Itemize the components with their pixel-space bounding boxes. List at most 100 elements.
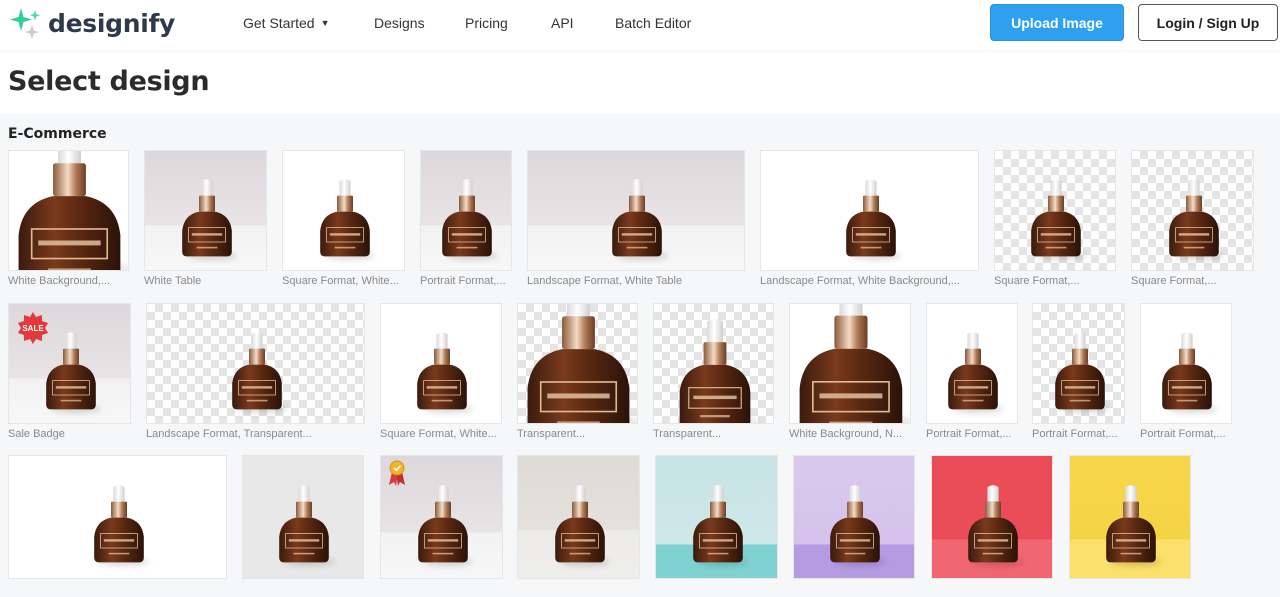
design-thumbnail[interactable] <box>1032 303 1125 424</box>
serum-bottle-image <box>43 331 99 411</box>
page-title: Select design <box>8 66 210 97</box>
nav-api[interactable]: API <box>551 15 574 31</box>
design-card[interactable]: Square Format, White... <box>380 303 502 442</box>
design-caption: Square Format,... <box>994 275 1080 287</box>
design-card[interactable] <box>380 455 503 597</box>
design-thumbnail[interactable] <box>931 455 1053 579</box>
design-thumbnail[interactable] <box>1069 455 1191 579</box>
design-thumbnail[interactable] <box>527 150 745 271</box>
svg-text:SALE: SALE <box>22 324 44 333</box>
serum-bottle-image <box>1166 178 1222 258</box>
design-thumbnail[interactable] <box>793 455 915 579</box>
serum-bottle-image <box>827 484 883 564</box>
nav-get-started[interactable]: Get Started ▼ <box>243 15 330 31</box>
design-card[interactable]: Landscape Format, White Background,... <box>760 150 979 289</box>
design-caption: Square Format, White... <box>380 428 497 440</box>
serum-bottle-image <box>690 484 746 564</box>
logo-text: designify <box>48 8 176 38</box>
design-thumbnail[interactable] <box>144 150 267 271</box>
design-thumbnail[interactable] <box>420 150 512 271</box>
nav-pricing[interactable]: Pricing <box>465 15 508 31</box>
serum-bottle-image <box>675 317 755 423</box>
serum-bottle-image <box>415 484 471 564</box>
design-caption: Portrait Format,... <box>420 275 506 287</box>
design-thumbnail[interactable] <box>282 150 405 271</box>
serum-bottle-image <box>793 304 909 423</box>
design-caption: Landscape Format, Transparent... <box>146 428 312 440</box>
design-caption: Transparent... <box>653 428 722 440</box>
serum-bottle-image <box>1159 331 1215 411</box>
section-title: E-Commerce <box>8 126 107 142</box>
design-thumbnail[interactable] <box>380 303 502 424</box>
design-card[interactable] <box>1069 455 1191 597</box>
design-card[interactable]: Square Format, White... <box>282 150 405 289</box>
design-card[interactable] <box>793 455 915 597</box>
design-card[interactable]: Transparent... <box>653 303 774 442</box>
serum-bottle-image <box>1052 331 1108 411</box>
design-caption: Square Format, White... <box>282 275 399 287</box>
design-card[interactable] <box>931 455 1053 597</box>
award-ribbon-icon <box>387 460 407 486</box>
nav-batch-editor[interactable]: Batch Editor <box>615 15 691 31</box>
sparkle-logo-icon <box>10 8 40 39</box>
design-caption: Portrait Format,... <box>926 428 1012 440</box>
design-caption: Sale Badge <box>8 428 65 440</box>
design-caption: Landscape Format, White Table <box>527 275 683 287</box>
serum-bottle-image <box>843 178 899 258</box>
design-card[interactable]: Transparent... <box>517 303 638 442</box>
design-thumbnail[interactable] <box>517 303 638 424</box>
design-thumbnail[interactable] <box>1131 150 1254 271</box>
design-card[interactable]: White Background,... <box>8 150 129 289</box>
serum-bottle-image <box>91 484 147 564</box>
design-card[interactable]: White Background, N... <box>789 303 911 442</box>
design-card[interactable] <box>655 455 778 597</box>
design-caption: White Background, N... <box>789 428 903 440</box>
upload-image-button[interactable]: Upload Image <box>990 4 1124 41</box>
nav-designs[interactable]: Designs <box>374 15 425 31</box>
serum-bottle-image <box>552 484 608 564</box>
design-thumbnail[interactable] <box>8 455 227 579</box>
serum-bottle-image <box>521 304 636 423</box>
design-thumbnail[interactable] <box>994 150 1116 271</box>
design-card[interactable]: Landscape Format, Transparent... <box>146 303 365 442</box>
design-card[interactable]: Portrait Format,... <box>420 150 512 289</box>
design-thumbnail[interactable] <box>1140 303 1232 424</box>
design-thumbnail[interactable]: SALE <box>8 303 131 424</box>
sale-badge-icon: SALE <box>17 312 49 344</box>
design-caption: Transparent... <box>517 428 586 440</box>
design-card[interactable] <box>517 455 640 597</box>
serum-bottle-image <box>609 178 665 258</box>
design-caption: Portrait Format,... <box>1140 428 1226 440</box>
serum-bottle-image <box>179 178 235 258</box>
design-thumbnail[interactable] <box>760 150 979 271</box>
design-thumbnail[interactable] <box>653 303 774 424</box>
design-card[interactable]: Landscape Format, White Table <box>527 150 745 289</box>
design-thumbnail[interactable] <box>242 455 364 579</box>
design-card[interactable]: Portrait Format,... <box>1032 303 1125 442</box>
login-signup-button[interactable]: Login / Sign Up <box>1138 4 1278 41</box>
design-thumbnail[interactable] <box>517 455 640 579</box>
design-card[interactable]: Portrait Format,... <box>926 303 1018 442</box>
design-card[interactable]: Square Format,... <box>1131 150 1254 289</box>
design-card[interactable]: White Table <box>144 150 267 289</box>
design-thumbnail[interactable] <box>8 150 129 271</box>
design-card[interactable]: SALE Sale Badge <box>8 303 131 442</box>
serum-bottle-image <box>1103 484 1159 564</box>
serum-bottle-image <box>12 151 127 270</box>
design-card[interactable]: Portrait Format,... <box>1140 303 1232 442</box>
design-thumbnail[interactable] <box>926 303 1018 424</box>
design-caption: White Background,... <box>8 275 111 287</box>
design-card[interactable] <box>242 455 364 597</box>
serum-bottle-image <box>317 178 373 258</box>
serum-bottle-image <box>414 331 470 411</box>
design-thumbnail[interactable] <box>655 455 778 579</box>
designify-logo[interactable]: designify <box>8 6 175 40</box>
design-thumbnail[interactable] <box>380 455 503 579</box>
design-thumbnail[interactable] <box>146 303 365 424</box>
design-thumbnail[interactable] <box>789 303 911 424</box>
serum-bottle-image <box>965 484 1021 564</box>
design-caption: Square Format,... <box>1131 275 1217 287</box>
design-card[interactable] <box>8 455 227 597</box>
design-card[interactable]: Square Format,... <box>994 150 1116 289</box>
serum-bottle-image <box>1028 178 1084 258</box>
